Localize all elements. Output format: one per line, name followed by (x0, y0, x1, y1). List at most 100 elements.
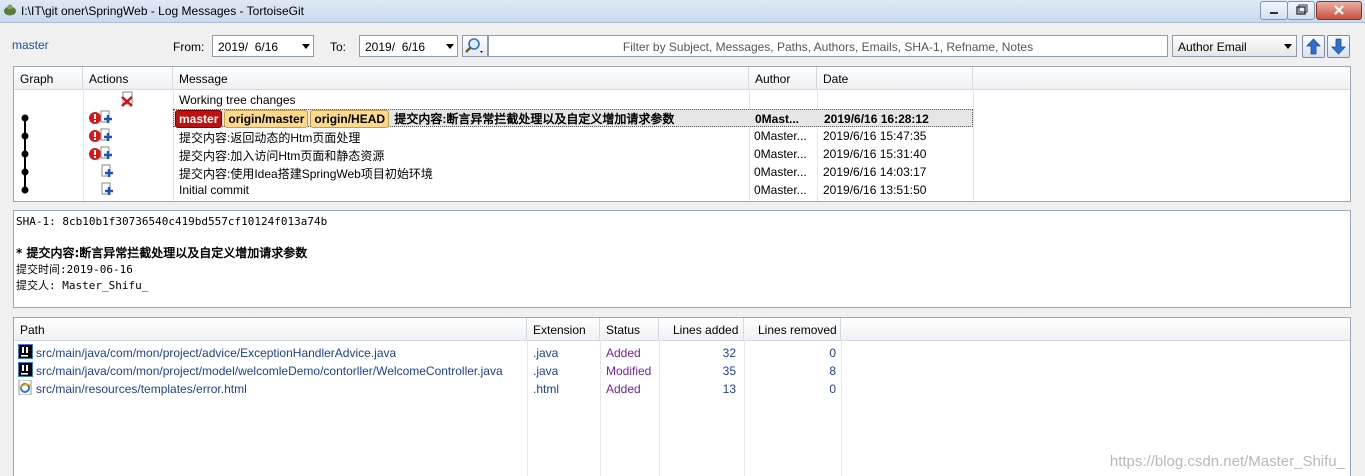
lines-removed: 0 (829, 346, 836, 360)
column-header-graph[interactable]: Graph (14, 67, 83, 89)
column-header-date[interactable]: Date (817, 67, 973, 89)
ref-tag-origin-master: origin/master (224, 110, 309, 128)
date-text: 2019/6/16 15:47:35 (823, 129, 927, 143)
file-row[interactable]: src/main/resources/templates/error.html … (14, 380, 1350, 398)
ie-html-icon (18, 380, 32, 395)
author-text: 0Mast... (755, 112, 800, 126)
lines-removed: 8 (829, 364, 836, 378)
tortoisegit-icon (4, 4, 16, 16)
log-row[interactable]: 提交内容:加入访问Htm页面和静态资源 0Master... 2019/6/16… (14, 145, 1350, 163)
log-row-selected[interactable]: master origin/master origin/HEAD 提交内容:断言异常… (173, 109, 973, 128)
column-header-path[interactable]: Path (14, 318, 527, 340)
to-date-picker[interactable]: 2019/ 6/16 (359, 35, 458, 57)
file-path: src/main/resources/templates/error.html (36, 382, 247, 396)
file-row[interactable]: src/main/java/com/mon/project/advice/Exc… (14, 344, 1350, 362)
lines-added: 13 (722, 382, 736, 396)
date-text: 2019/6/16 13:51:50 (823, 183, 927, 197)
author-text: 0Master... (754, 165, 807, 179)
files-list-header: Path Extension Status Lines added Lines … (14, 318, 1350, 341)
message-text: 提交内容:使用Idea搭建SpringWeb项目初始环境 (179, 167, 433, 181)
message-text: Initial commit (179, 183, 250, 197)
lines-added: 32 (722, 346, 736, 360)
message-text: 提交内容:加入访问Htm页面和静态资源 (179, 149, 385, 163)
file-path: src/main/java/com/mon/project/advice/Exc… (36, 346, 397, 360)
log-list[interactable]: Graph Actions Message Author Date Workin… (13, 66, 1351, 202)
arrow-down-icon (1331, 38, 1346, 55)
action-icons (89, 128, 112, 142)
date-text: 2019/6/16 15:31:40 (823, 147, 927, 161)
file-path: src/main/java/com/mon/project/model/welc… (36, 364, 503, 378)
filter-field-select[interactable]: Author Email (1172, 35, 1297, 57)
lines-added: 35 (722, 364, 736, 378)
minimize-icon (1270, 12, 1278, 14)
from-date-value: 2019/ 6/16 (218, 40, 279, 54)
chevron-down-icon (1284, 44, 1292, 49)
message-cell: master origin/master origin/HEAD 提交内容:断言异常… (175, 110, 674, 128)
search-options-button[interactable] (462, 35, 488, 57)
message-text: 提交内容:返回动态的Htm页面处理 (179, 131, 361, 145)
column-header-lines-removed[interactable]: Lines removed (744, 318, 841, 340)
watermark: https://blog.csdn.net/Master_Shifu_ (1109, 453, 1345, 470)
commit-subject: * 提交内容:断言异常拦截处理以及自定义增加请求参数 (16, 246, 308, 260)
file-status: Added (606, 382, 641, 396)
close-button[interactable] (1316, 1, 1362, 20)
file-extension: .java (533, 364, 559, 378)
ref-tag-origin-head: origin/HEAD (310, 110, 390, 128)
intellij-icon (18, 344, 33, 359)
title-bar: I:\IT\git oner\SpringWeb - Log Messages … (0, 0, 1365, 23)
maximize-button[interactable] (1287, 1, 1315, 20)
ref-tag-master: master (175, 110, 223, 128)
column-header-lines-added[interactable]: Lines added (659, 318, 744, 340)
log-row[interactable]: Working tree changes (14, 91, 1350, 109)
lines-removed: 0 (829, 382, 836, 396)
filter-field-value: Author Email (1178, 40, 1247, 54)
commit-body-line: 提交人: Master_Shifu_ (16, 279, 149, 292)
column-header-message[interactable]: Message (173, 67, 749, 89)
close-icon (1334, 5, 1344, 15)
to-date-value: 2019/ 6/16 (365, 40, 426, 54)
log-list-header: Graph Actions Message Author Date (14, 67, 1350, 90)
chevron-down-icon (446, 44, 454, 49)
log-row[interactable]: 提交内容:使用Idea搭建SpringWeb项目初始环境 0Master... … (14, 163, 1350, 181)
file-added-icon (101, 164, 113, 177)
file-deleted-icon (121, 91, 133, 107)
date-text: 2019/6/16 14:03:17 (823, 165, 927, 179)
column-header-author[interactable]: Author (749, 67, 817, 89)
column-header-actions[interactable]: Actions (83, 67, 173, 89)
commit-details[interactable]: SHA-1: 8cb10b1f30736540c419bd557cf10124f… (13, 210, 1351, 308)
file-status: Added (606, 346, 641, 360)
author-text: 0Master... (754, 129, 807, 143)
file-status: Modified (606, 364, 652, 378)
to-label: To: (330, 40, 347, 54)
filter-placeholder: Filter by Subject, Messages, Paths, Auth… (622, 40, 1034, 54)
from-date-picker[interactable]: 2019/ 6/16 (212, 35, 314, 57)
action-icons (89, 110, 112, 124)
arrow-up-icon (1306, 38, 1321, 55)
file-row[interactable]: src/main/java/com/mon/project/model/welc… (14, 362, 1350, 380)
branch-link[interactable]: master (12, 38, 49, 52)
column-header-status[interactable]: Status (600, 318, 659, 340)
file-extension: .java (533, 346, 559, 360)
file-extension: .html (533, 382, 560, 396)
file-added-icon (101, 182, 113, 195)
message-text: Working tree changes (179, 93, 296, 107)
message-text: 提交内容:断言异常拦截处理以及自定义增加请求参数 (394, 112, 675, 126)
minimize-button[interactable] (1260, 1, 1288, 20)
author-text: 0Master... (754, 183, 807, 197)
next-button[interactable] (1327, 35, 1350, 58)
chevron-down-icon (302, 44, 310, 49)
search-icon (465, 38, 483, 53)
filter-input[interactable]: Filter by Subject, Messages, Paths, Auth… (488, 35, 1168, 57)
previous-button[interactable] (1302, 35, 1325, 58)
log-row[interactable]: Initial commit 0Master... 2019/6/16 13:5… (14, 181, 1350, 199)
intellij-icon (18, 362, 33, 377)
from-label: From: (173, 40, 205, 54)
action-icons (89, 146, 112, 160)
restore-icon (1296, 4, 1308, 15)
log-row[interactable]: 提交内容:返回动态的Htm页面处理 0Master... 2019/6/16 1… (14, 127, 1350, 145)
window-title: I:\IT\git oner\SpringWeb - Log Messages … (21, 4, 305, 18)
date-text: 2019/6/16 16:28:12 (824, 112, 929, 126)
commit-body-line: 提交时间:2019-06-16 (16, 263, 133, 276)
column-header-extension[interactable]: Extension (527, 318, 600, 340)
sha-text: SHA-1: 8cb10b1f30736540c419bd557cf10124f… (16, 215, 328, 228)
